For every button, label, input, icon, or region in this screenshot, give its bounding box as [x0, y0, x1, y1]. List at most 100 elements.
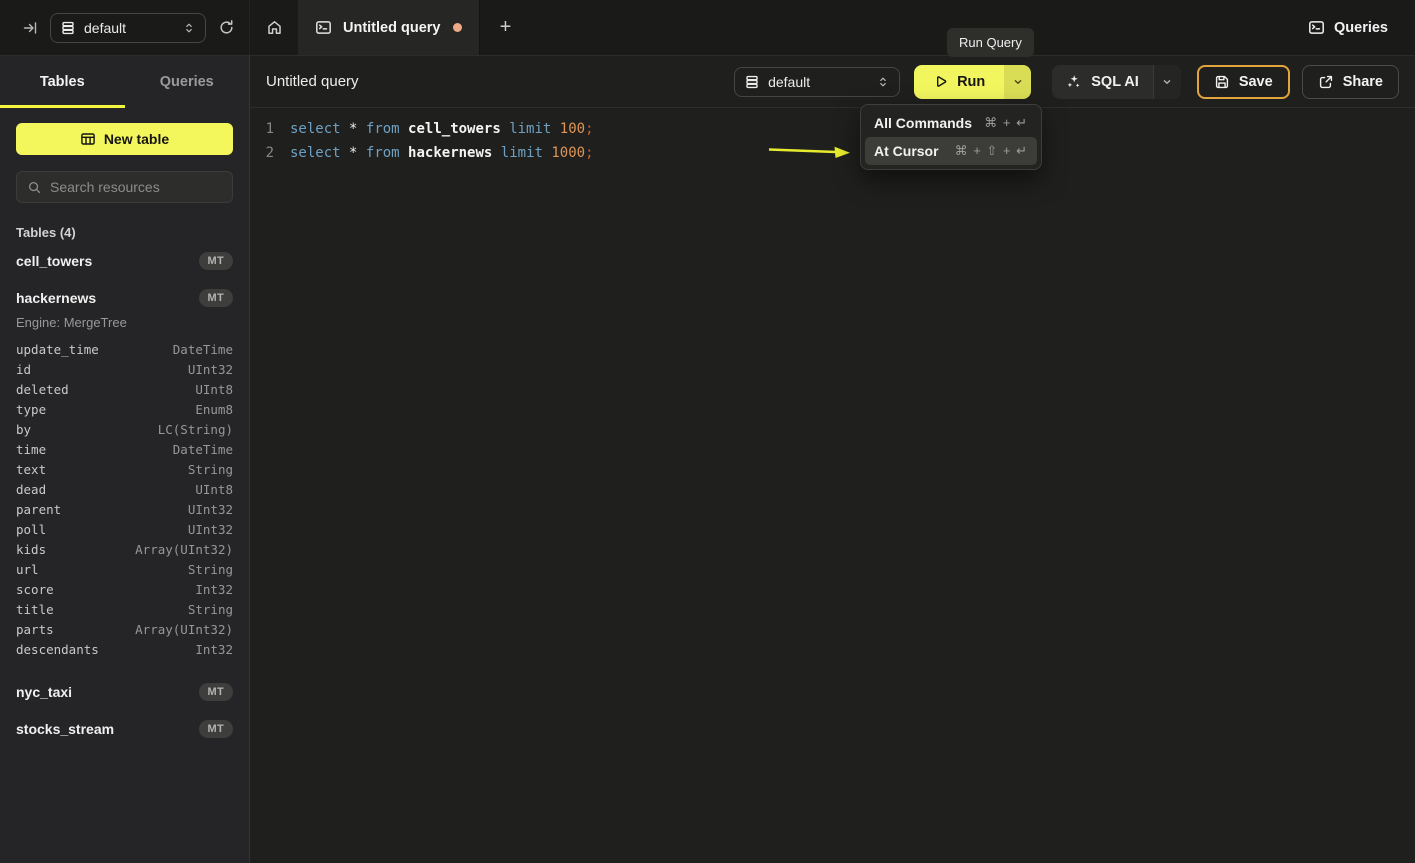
- column-row[interactable]: dead UInt8: [16, 480, 233, 500]
- run-button[interactable]: Run: [914, 65, 1004, 99]
- run-query-tooltip-label: Run Query: [959, 35, 1022, 50]
- run-button-label: Run: [957, 74, 985, 90]
- table-row-nyc-taxi[interactable]: nyc_taxi MT: [16, 676, 233, 708]
- sql-ai-caret[interactable]: [1153, 65, 1181, 99]
- column-type: Enum8: [195, 400, 233, 420]
- menu-item-shortcut: ⌘ + ⇧ + ↵: [955, 143, 1028, 159]
- sql-ai-label: SQL AI: [1091, 74, 1139, 90]
- database-selector[interactable]: default: [50, 13, 206, 43]
- content-area: Untitled query default: [250, 56, 1415, 863]
- plus-icon: +: [500, 16, 512, 39]
- column-name: id: [16, 360, 31, 380]
- menu-item-shortcut: ⌘ + ↵: [984, 115, 1028, 131]
- column-list: update_time DateTime id UInt32 deleted U…: [16, 340, 233, 660]
- sidebar: Tables Queries New table Tables (4): [0, 56, 250, 863]
- run-query-tooltip: Run Query: [947, 28, 1034, 57]
- query-toolbar: Untitled query default: [250, 56, 1415, 108]
- column-row[interactable]: text String: [16, 460, 233, 480]
- sql-ai-button[interactable]: SQL AI: [1052, 65, 1153, 99]
- table-row-stocks-stream[interactable]: stocks_stream MT: [16, 713, 233, 745]
- column-type: UInt32: [188, 360, 233, 380]
- new-tab-button[interactable]: +: [480, 0, 530, 55]
- save-button[interactable]: Save: [1197, 65, 1290, 99]
- code-line[interactable]: 2select * from hackernews limit 1000;: [250, 141, 1415, 165]
- run-options-caret[interactable]: [1004, 65, 1031, 99]
- run-menu-item[interactable]: All Commands ⌘ + ↵: [865, 109, 1037, 137]
- home-icon: [266, 19, 283, 36]
- column-name: time: [16, 440, 46, 460]
- table-name: hackernews: [16, 290, 96, 306]
- column-row[interactable]: title String: [16, 600, 233, 620]
- column-type: DateTime: [173, 440, 233, 460]
- column-name: type: [16, 400, 46, 420]
- home-tab[interactable]: [250, 0, 298, 55]
- sidebar-tab-queries-label: Queries: [160, 74, 214, 90]
- column-row[interactable]: id UInt32: [16, 360, 233, 380]
- code-line[interactable]: 1select * from cell_towers limit 100;: [250, 117, 1415, 141]
- column-type: Array(UInt32): [135, 620, 233, 640]
- new-table-button[interactable]: New table: [16, 123, 233, 155]
- run-menu-item[interactable]: At Cursor ⌘ + ⇧ + ↵: [865, 137, 1037, 165]
- sidebar-tab-tables[interactable]: Tables: [0, 56, 125, 108]
- save-floppy-icon: [1214, 74, 1230, 90]
- line-number: 2: [250, 141, 274, 165]
- column-type: UInt8: [195, 480, 233, 500]
- engine-badge: MT: [199, 252, 233, 270]
- column-row[interactable]: type Enum8: [16, 400, 233, 420]
- table-row-hackernews[interactable]: hackernews MT: [16, 282, 233, 314]
- column-row[interactable]: kids Array(UInt32): [16, 540, 233, 560]
- chevron-sort-icon: [182, 21, 196, 35]
- column-row[interactable]: poll UInt32: [16, 520, 233, 540]
- engine-badge: MT: [199, 720, 233, 738]
- database-selector-value: default: [768, 74, 868, 90]
- run-split-button: Run: [914, 65, 1031, 99]
- column-row[interactable]: by LC(String): [16, 420, 233, 440]
- column-row[interactable]: time DateTime: [16, 440, 233, 460]
- column-row[interactable]: url String: [16, 560, 233, 580]
- column-type: Array(UInt32): [135, 540, 233, 560]
- column-type: Int32: [195, 640, 233, 660]
- search-input[interactable]: [50, 179, 222, 195]
- sql-ai-split-button: SQL AI: [1052, 65, 1181, 99]
- column-row[interactable]: descendants Int32: [16, 640, 233, 660]
- column-type: LC(String): [158, 420, 233, 440]
- external-link-icon: [1318, 74, 1334, 90]
- column-name: parts: [16, 620, 54, 640]
- top-bar-left: default: [0, 0, 250, 55]
- main-area: Tables Queries New table Tables (4): [0, 56, 1415, 863]
- column-row[interactable]: deleted UInt8: [16, 380, 233, 400]
- column-name: dead: [16, 480, 46, 500]
- column-type: String: [188, 560, 233, 580]
- sql-editor[interactable]: 1select * from cell_towers limit 100;2se…: [250, 108, 1415, 863]
- share-button-label: Share: [1343, 74, 1383, 90]
- database-selector[interactable]: default: [734, 67, 900, 97]
- column-row[interactable]: parent UInt32: [16, 500, 233, 520]
- share-button[interactable]: Share: [1302, 65, 1399, 99]
- column-name: poll: [16, 520, 46, 540]
- sparkles-icon: [1066, 74, 1082, 90]
- column-row[interactable]: score Int32: [16, 580, 233, 600]
- column-name: descendants: [16, 640, 99, 660]
- toolbar-actions: default Run: [734, 65, 1399, 99]
- menu-item-label: At Cursor: [874, 143, 939, 159]
- queries-button[interactable]: Queries: [1308, 0, 1415, 55]
- sidebar-tabs: Tables Queries: [0, 56, 249, 108]
- column-row[interactable]: update_time DateTime: [16, 340, 233, 360]
- column-type: Int32: [195, 580, 233, 600]
- refresh-icon[interactable]: [218, 19, 235, 36]
- play-icon: [933, 74, 948, 89]
- chevron-down-icon: [1161, 76, 1173, 88]
- column-row[interactable]: parts Array(UInt32): [16, 620, 233, 640]
- terminal-icon: [1308, 19, 1325, 36]
- sidebar-tab-queries[interactable]: Queries: [125, 56, 250, 108]
- collapse-sidebar-icon[interactable]: [22, 20, 38, 36]
- sidebar-tab-tables-label: Tables: [40, 74, 85, 90]
- column-name: score: [16, 580, 54, 600]
- query-title: Untitled query: [266, 73, 359, 90]
- table-row-cell-towers[interactable]: cell_towers MT: [16, 245, 233, 277]
- tab-untitled-query[interactable]: Untitled query: [298, 0, 480, 55]
- engine-badge: MT: [199, 683, 233, 701]
- unsaved-indicator-dot: [453, 23, 462, 32]
- engine-info: Engine: MergeTree: [16, 315, 233, 330]
- search-box[interactable]: [16, 171, 233, 203]
